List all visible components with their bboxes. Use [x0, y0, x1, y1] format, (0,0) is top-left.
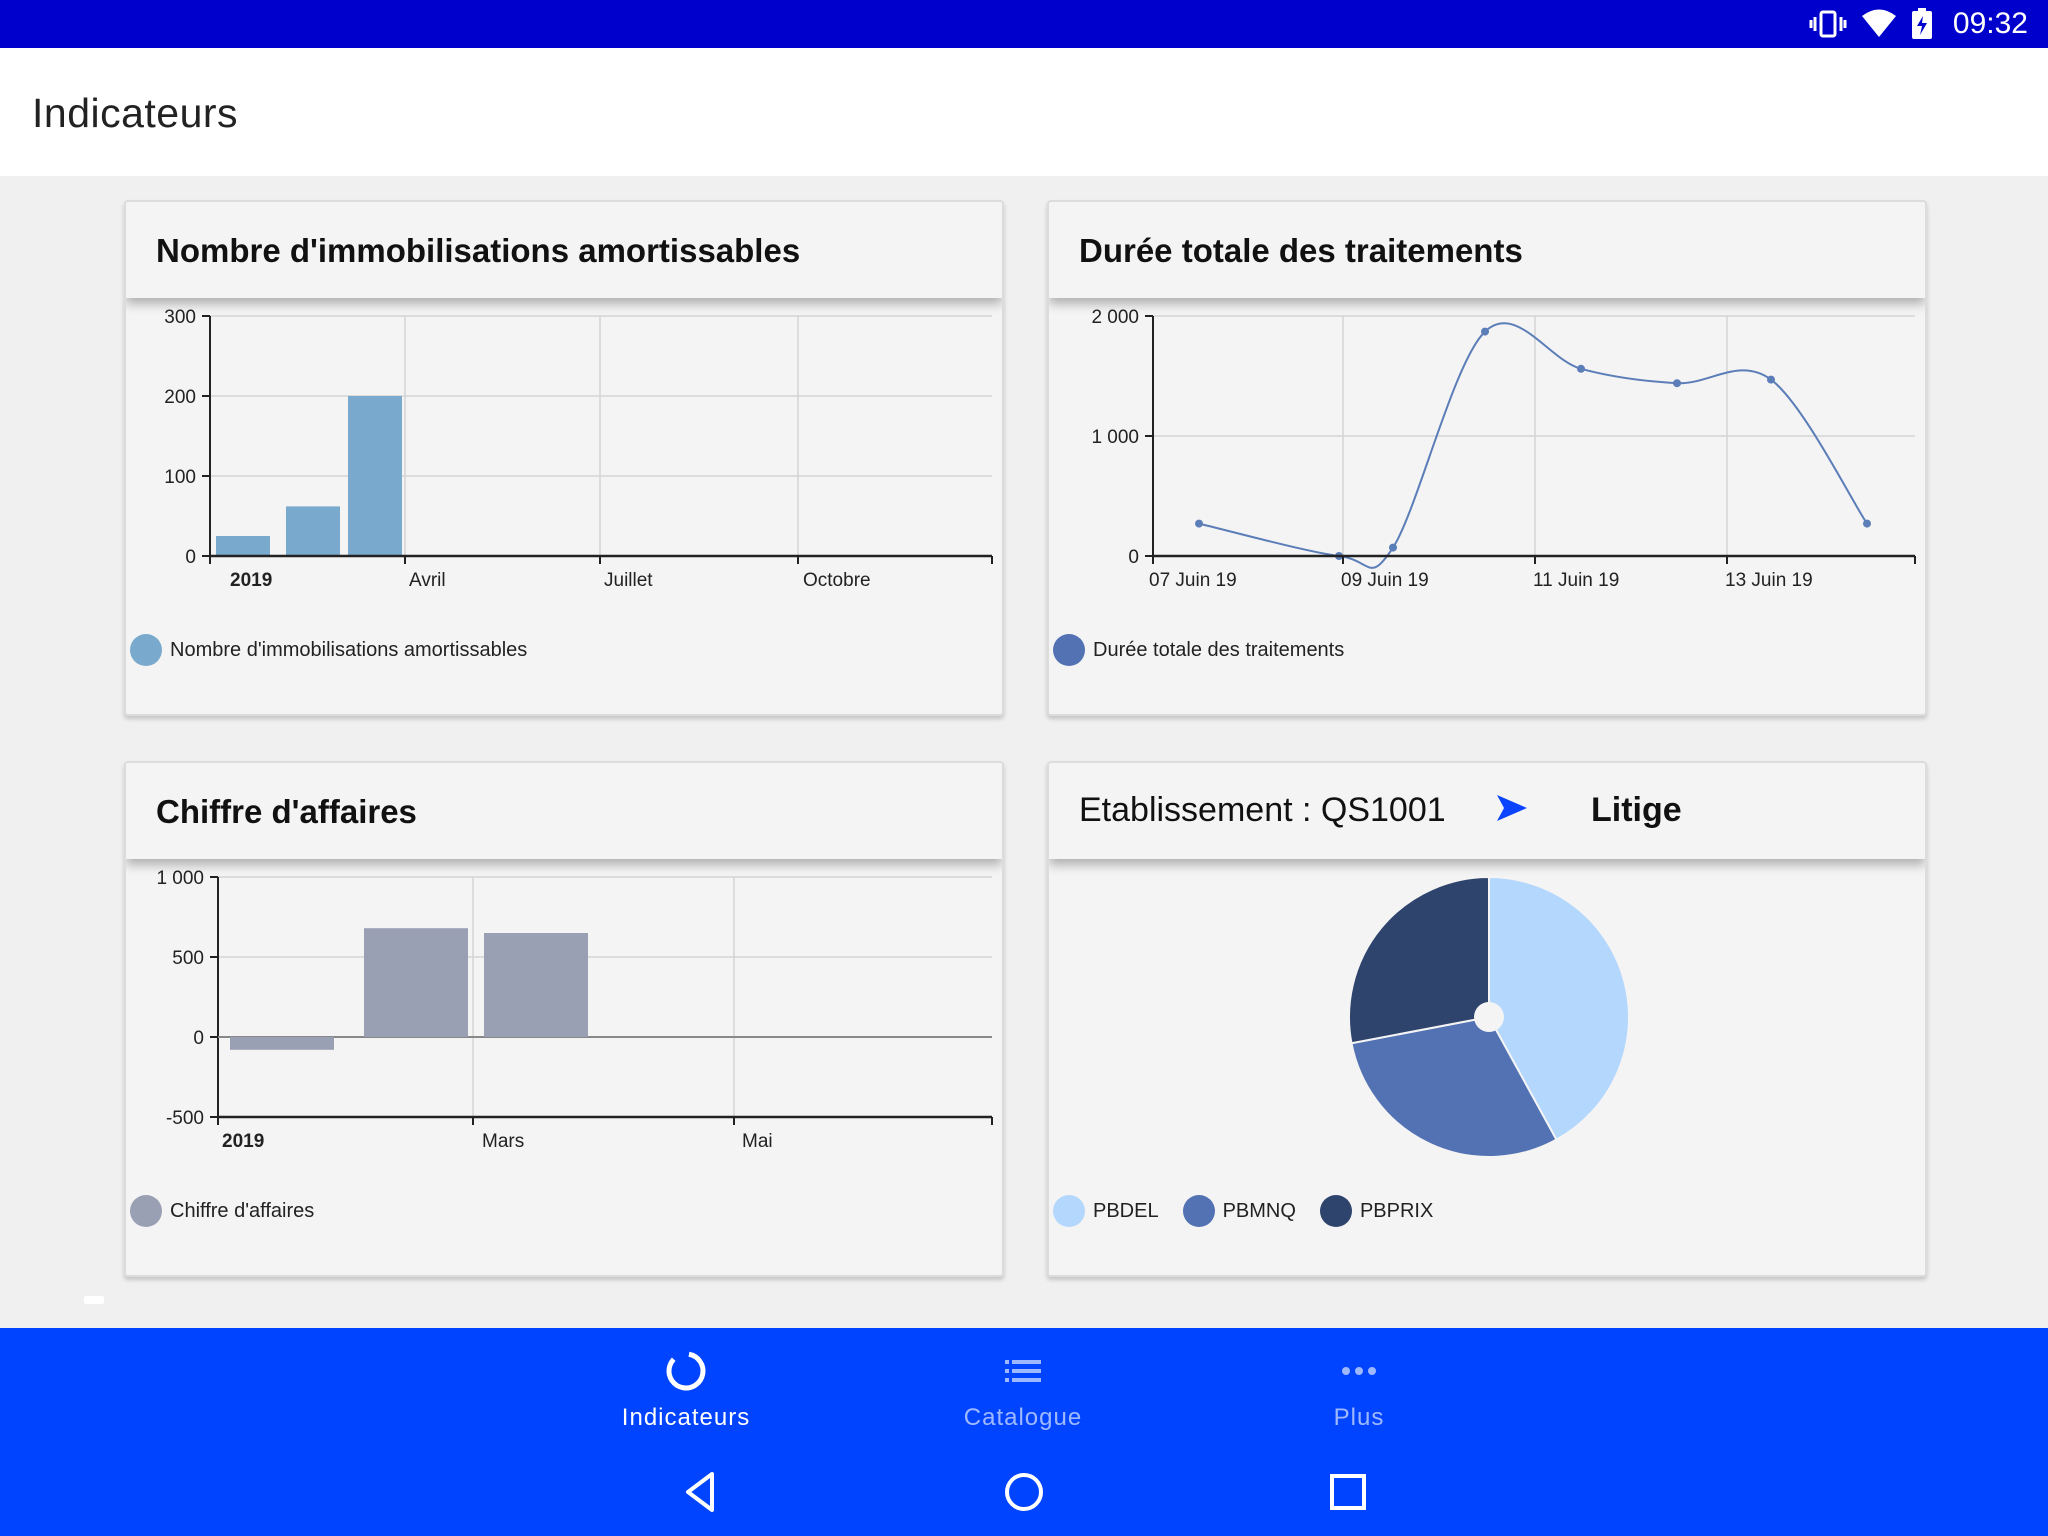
- data-point: [1767, 375, 1775, 384]
- bar: [484, 933, 588, 1037]
- legend-item[interactable]: Nombre d'immobilisations amortissables: [130, 634, 527, 666]
- x-tick-label: 09 Juin 19: [1341, 570, 1429, 591]
- litige-label: Litige: [1591, 791, 1682, 829]
- card-chiffre-affaires[interactable]: Chiffre d'affaires 1 000 500 0 -500 2019 Mars…: [124, 761, 1004, 1277]
- y-tick-label: 1 000: [156, 868, 204, 889]
- x-tick-label: Juillet: [604, 570, 653, 591]
- legend-item-pbdel[interactable]: PBDEL: [1053, 1195, 1159, 1227]
- bar: [348, 396, 402, 556]
- legend-label: PBMNQ: [1222, 1199, 1296, 1222]
- x-tick-label: 2019: [230, 570, 272, 591]
- card-litige[interactable]: Etablissement : QS1001 Litige PBDEL PBMN…: [1047, 761, 1927, 1277]
- bar: [216, 536, 270, 556]
- nav-item-plus[interactable]: Plus: [1239, 1348, 1479, 1458]
- bar: [230, 1037, 334, 1050]
- data-point: [1195, 519, 1203, 528]
- legend-item[interactable]: Durée totale des traitements: [1053, 634, 1344, 666]
- home-icon[interactable]: [994, 1462, 1054, 1522]
- card-duree-traitements[interactable]: Durée totale des traitements 2 000 1 000 0…: [1047, 200, 1927, 716]
- x-tick-label: Mars: [482, 1131, 524, 1152]
- y-tick-label: 500: [172, 948, 204, 969]
- x-tick-label: 07 Juin 19: [1149, 570, 1237, 591]
- legend-label: PBDEL: [1093, 1199, 1159, 1222]
- y-tick-label: 0: [1128, 547, 1139, 568]
- chart-legend: Chiffre d'affaires: [130, 1195, 314, 1227]
- chart-legend: Durée totale des traitements: [1053, 634, 1344, 666]
- app-bar: Indicateurs: [0, 48, 2048, 176]
- legend-swatch: [1319, 1195, 1352, 1227]
- nav-item-catalogue[interactable]: Catalogue: [903, 1348, 1143, 1458]
- legend-item-pbprix[interactable]: PBPRIX: [1319, 1195, 1434, 1227]
- legend-swatch: [1053, 634, 1085, 666]
- pie-center: [1474, 1002, 1504, 1032]
- etablissement-label: Etablissement : QS1001: [1079, 791, 1446, 829]
- nav-item-indicateurs[interactable]: Indicateurs: [566, 1348, 806, 1458]
- legend-swatch: [130, 1195, 162, 1227]
- legend-label: PBPRIX: [1359, 1199, 1434, 1222]
- arrow-right-icon: [1497, 795, 1527, 821]
- y-tick-label: 0: [185, 547, 196, 568]
- card-immobilisations[interactable]: Nombre d'immobilisations amortissables 3…: [124, 200, 1004, 716]
- card-header: Etablissement : QS1001 Litige: [1049, 763, 1925, 859]
- status-bar: 09:32: [0, 0, 2048, 48]
- bar: [286, 506, 340, 556]
- x-tick-label: 2019: [222, 1131, 264, 1152]
- legend-swatch: [1053, 1195, 1085, 1227]
- bottom-navigation: Indicateurs Catalogue Plus: [0, 1328, 2048, 1536]
- legend-label: Chiffre d'affaires: [170, 1199, 315, 1222]
- status-time: 09:32: [1952, 7, 2028, 40]
- y-tick-label: 300: [164, 307, 196, 328]
- card-header: Chiffre d'affaires: [126, 763, 1002, 859]
- bar: [364, 928, 468, 1037]
- card-title: Nombre d'immobilisations amortissables: [156, 232, 801, 269]
- y-tick-label: 1 000: [1091, 427, 1139, 448]
- list-icon: [1005, 1360, 1041, 1382]
- data-point: [1481, 327, 1489, 336]
- battery-charging-icon: [1911, 8, 1932, 39]
- x-tick-label: Octobre: [803, 570, 871, 591]
- x-tick-label: Mai: [742, 1131, 773, 1152]
- data-point: [1577, 364, 1585, 373]
- more-dots-icon: [1342, 1367, 1376, 1375]
- recents-icon[interactable]: [1318, 1462, 1378, 1522]
- legend-label: Nombre d'immobilisations amortissables: [170, 638, 528, 661]
- card-header: Nombre d'immobilisations amortissables: [126, 202, 1002, 298]
- x-tick-label: Avril: [409, 570, 446, 591]
- card-title: Chiffre d'affaires: [156, 793, 417, 830]
- chart-legend: PBDEL PBMNQ PBPRIX: [1053, 1195, 1433, 1227]
- legend-swatch: [130, 634, 162, 666]
- chart-legend: Nombre d'immobilisations amortissables: [130, 634, 527, 666]
- x-tick-label: 13 Juin 19: [1725, 570, 1813, 591]
- indicators-ring-icon: [666, 1351, 706, 1391]
- nav-label: Plus: [1333, 1404, 1385, 1431]
- legend-swatch: [1182, 1195, 1215, 1227]
- y-tick-label: -500: [166, 1108, 204, 1129]
- pie-slice: [1348, 875, 1490, 1045]
- back-icon[interactable]: [672, 1462, 732, 1522]
- y-tick-label: 100: [164, 467, 196, 488]
- y-tick-label: 2 000: [1091, 307, 1139, 328]
- data-point: [1863, 519, 1871, 528]
- nav-label: Catalogue: [963, 1404, 1083, 1431]
- page-title: Indicateurs: [32, 90, 239, 136]
- x-tick-label: 11 Juin 19: [1533, 570, 1619, 591]
- y-tick-label: 0: [193, 1028, 204, 1049]
- vibrate-icon: [1809, 10, 1847, 38]
- legend-item-pbmnq[interactable]: PBMNQ: [1182, 1195, 1296, 1227]
- y-tick-label: 200: [164, 387, 196, 408]
- card-title: Durée totale des traitements: [1079, 232, 1523, 269]
- scroll-indicator: [84, 1296, 104, 1304]
- nav-label: Indicateurs: [621, 1404, 751, 1431]
- card-header: Durée totale des traitements: [1049, 202, 1925, 298]
- legend-item[interactable]: Chiffre d'affaires: [130, 1195, 314, 1227]
- series-line: [1198, 322, 1868, 569]
- data-point: [1389, 543, 1397, 552]
- data-point: [1673, 379, 1681, 388]
- wifi-icon: [1861, 9, 1896, 37]
- legend-label: Durée totale des traitements: [1093, 638, 1345, 661]
